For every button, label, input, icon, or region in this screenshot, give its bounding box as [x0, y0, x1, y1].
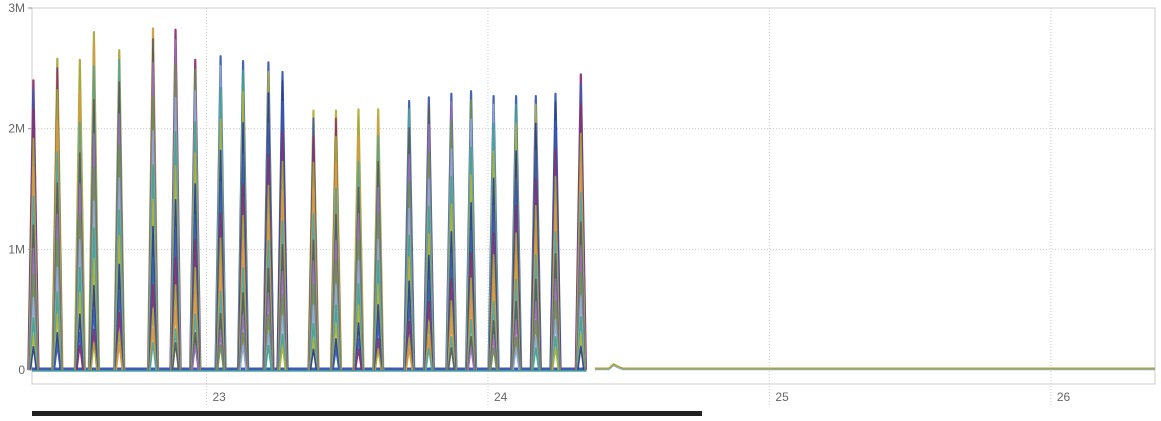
burst-spike: [445, 92, 458, 371]
burst-spike: [236, 59, 250, 371]
burst-spike: [113, 49, 126, 371]
line-chart: 0 1M 2M 3M 23 24 25 26: [0, 0, 1161, 416]
burst-spike: [372, 108, 385, 371]
x-tick-label: 25: [775, 390, 789, 404]
y-tick-label: 2M: [8, 122, 25, 136]
burst-spike: [169, 28, 182, 371]
horizontal-scrollbar[interactable]: [32, 411, 702, 416]
series-layer: [27, 27, 1155, 372]
burst-spike: [276, 70, 289, 371]
burst-spike: [574, 73, 588, 371]
x-tick-label: 23: [213, 390, 227, 404]
burst-spike: [422, 96, 436, 371]
burst-spike: [329, 109, 343, 371]
burst-spike: [51, 57, 64, 371]
burst-spike: [464, 90, 478, 371]
x-tick-label: 26: [1057, 390, 1071, 404]
y-tick-label: 3M: [8, 1, 25, 15]
burst-spike: [549, 92, 562, 371]
burst-spike: [487, 94, 500, 371]
burst-spike: [146, 27, 160, 371]
y-tick-label: 1M: [8, 242, 25, 256]
burst-spike: [189, 58, 202, 371]
burst-spike: [402, 99, 416, 371]
burst-spike: [87, 31, 101, 371]
chart-svg: 0 1M 2M 3M 23 24 25 26: [8, 1, 1156, 406]
burst-spike: [73, 58, 87, 371]
burst-spike: [27, 79, 40, 371]
tail-series-line: [594, 363, 1155, 371]
burst-spike: [509, 94, 523, 371]
burst-spike: [307, 109, 320, 371]
burst-spike: [352, 108, 365, 371]
burst-spike: [529, 94, 542, 371]
x-tick-label: 24: [494, 390, 508, 404]
burst-spike: [214, 55, 227, 371]
burst-spike: [262, 61, 275, 371]
y-tick-label: 0: [18, 363, 25, 377]
